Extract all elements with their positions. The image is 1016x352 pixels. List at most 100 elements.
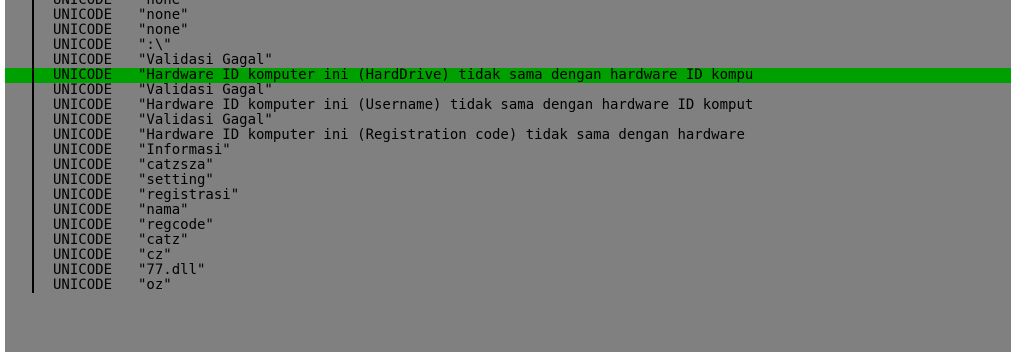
row-gutter <box>5 8 32 23</box>
row-gutter <box>5 248 32 263</box>
row-string-value: "none" <box>138 0 189 8</box>
row-directive: UNICODE <box>53 263 113 278</box>
row-gutter <box>5 68 32 83</box>
row-string-value: "catz" <box>138 233 189 248</box>
row-gutter <box>5 38 32 53</box>
listing-row[interactable]: UNICODE "none" <box>5 0 1011 8</box>
row-bracket-line <box>32 53 34 68</box>
row-bracket-line <box>32 83 34 98</box>
listing-row[interactable]: UNICODE "catzsza" <box>5 158 1011 173</box>
listing-row[interactable]: UNICODE "catz" <box>5 233 1011 248</box>
row-bracket-line <box>32 218 34 233</box>
row-string-value: "Informasi" <box>138 143 231 158</box>
row-gutter <box>5 128 32 143</box>
listing-rows: UNICODE "none" UNICODE "none" UNICODE "none" U… <box>5 0 1011 293</box>
row-directive: UNICODE <box>53 23 113 38</box>
listing-row[interactable]: UNICODE "Validasi Gagal" <box>5 83 1011 98</box>
row-gutter <box>5 188 32 203</box>
row-bracket-line <box>32 173 34 188</box>
row-bracket-line <box>32 233 34 248</box>
row-gutter <box>5 143 32 158</box>
row-string-value: "cz" <box>138 248 172 263</box>
row-gutter <box>5 98 32 113</box>
listing-row[interactable]: UNICODE "77.dll" <box>5 263 1011 278</box>
listing-row[interactable]: UNICODE "Informasi" <box>5 143 1011 158</box>
row-string-value: "nama" <box>138 203 189 218</box>
listing-row[interactable]: UNICODE "nama" <box>5 203 1011 218</box>
row-bracket-line <box>32 188 34 203</box>
disassembly-window: UNICODE "none" UNICODE "none" UNICODE "none" U… <box>0 0 1016 352</box>
row-gutter <box>5 113 32 128</box>
row-directive: UNICODE <box>53 83 113 98</box>
listing-row[interactable]: UNICODE "Hardware ID komputer ini (Regist… <box>5 128 1011 143</box>
row-bracket-line <box>32 38 34 53</box>
row-string-value: "77.dll" <box>138 263 206 278</box>
row-string-value: "regcode" <box>138 218 214 233</box>
row-gutter <box>5 278 32 293</box>
row-gutter <box>5 158 32 173</box>
listing-row[interactable]: UNICODE ":\" <box>5 38 1011 53</box>
row-gutter <box>5 83 32 98</box>
row-gutter <box>5 0 32 8</box>
row-gutter <box>5 233 32 248</box>
row-bracket-line <box>32 203 34 218</box>
row-directive: UNICODE <box>53 38 113 53</box>
row-directive: UNICODE <box>53 98 113 113</box>
listing-row[interactable]: UNICODE "registrasi" <box>5 188 1011 203</box>
listing-row[interactable]: UNICODE "none" <box>5 23 1011 38</box>
row-directive: UNICODE <box>53 143 113 158</box>
row-gutter <box>5 203 32 218</box>
row-bracket-line <box>32 248 34 263</box>
listing-row[interactable]: UNICODE "setting" <box>5 173 1011 188</box>
listing-row[interactable]: UNICODE "oz" <box>5 278 1011 293</box>
row-string-value: "Hardware ID komputer ini (HardDrive) ti… <box>138 68 754 83</box>
row-bracket-line <box>32 23 34 38</box>
row-gutter <box>5 23 32 38</box>
row-gutter <box>5 173 32 188</box>
row-directive: UNICODE <box>53 248 113 263</box>
row-directive: UNICODE <box>53 53 113 68</box>
row-directive: UNICODE <box>53 203 113 218</box>
row-gutter <box>5 218 32 233</box>
row-gutter <box>5 53 32 68</box>
row-directive: UNICODE <box>53 128 113 143</box>
listing-row[interactable]: UNICODE "Validasi Gagal" <box>5 53 1011 68</box>
listing-row-selected[interactable]: UNICODE "Hardware ID komputer ini (HardDr… <box>5 68 1011 83</box>
row-directive: UNICODE <box>53 113 113 128</box>
row-string-value: "Validasi Gagal" <box>138 113 273 128</box>
row-directive: UNICODE <box>53 218 113 233</box>
listing-row[interactable]: UNICODE "none" <box>5 8 1011 23</box>
listing-row[interactable]: UNICODE "cz" <box>5 248 1011 263</box>
row-string-value: "setting" <box>138 173 214 188</box>
row-bracket-line <box>32 143 34 158</box>
row-bracket-line <box>32 158 34 173</box>
listing-row[interactable]: UNICODE "Validasi Gagal" <box>5 113 1011 128</box>
row-string-value: "Hardware ID komputer ini (Registration … <box>138 128 745 143</box>
row-string-value: "Validasi Gagal" <box>138 83 273 98</box>
row-gutter <box>5 263 32 278</box>
listing-row[interactable]: UNICODE "regcode" <box>5 218 1011 233</box>
listing-row[interactable]: UNICODE "Hardware ID komputer ini (Userna… <box>5 98 1011 113</box>
row-directive: UNICODE <box>53 173 113 188</box>
row-string-value: "none" <box>138 8 189 23</box>
row-directive: UNICODE <box>53 233 113 248</box>
row-string-value: "oz" <box>138 278 172 293</box>
row-bracket-line <box>32 263 34 278</box>
row-bracket-line <box>32 113 34 128</box>
row-directive: UNICODE <box>53 8 113 23</box>
row-string-value: "Hardware ID komputer ini (Username) tid… <box>138 98 754 113</box>
row-directive: UNICODE <box>53 158 113 173</box>
row-string-value: ":\" <box>138 38 172 53</box>
row-string-value: "Validasi Gagal" <box>138 53 273 68</box>
row-bracket-line <box>32 0 34 8</box>
row-bracket-line <box>32 278 34 293</box>
row-directive: UNICODE <box>53 188 113 203</box>
row-bracket-line <box>32 98 34 113</box>
string-listing-pane[interactable]: UNICODE "none" UNICODE "none" UNICODE "none" U… <box>5 0 1011 352</box>
row-bracket-line <box>32 68 34 83</box>
row-directive: UNICODE <box>53 0 113 8</box>
row-bracket-line <box>32 8 34 23</box>
row-string-value: "none" <box>138 23 189 38</box>
row-string-value: "catzsza" <box>138 158 214 173</box>
row-string-value: "registrasi" <box>138 188 240 203</box>
